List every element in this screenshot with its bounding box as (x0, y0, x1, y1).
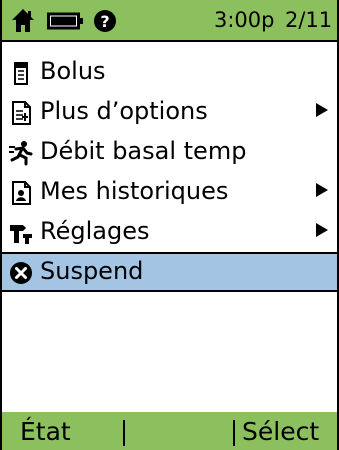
settings-tools-icon (10, 225, 32, 244)
menu-item-label: Débit basal temp (40, 137, 247, 165)
softkey-status-button[interactable]: État (20, 412, 71, 450)
temp-basal-activity-icon (9, 141, 33, 166)
bolus-icon (14, 62, 28, 85)
history-document-icon (12, 181, 31, 205)
submenu-arrow-icon (316, 103, 328, 117)
menu-item-label: Plus d’options (40, 97, 208, 125)
menu-item-label: Bolus (40, 57, 106, 85)
menu-item-suspend[interactable]: Suspend (2, 252, 337, 292)
menu-item-label: Suspend (40, 257, 144, 285)
status-bar: ? 3:00p 2/11 (2, 0, 337, 42)
status-time: 3:00p (214, 8, 275, 32)
battery-icon (47, 12, 83, 30)
menu-item-bolus[interactable]: Bolus (2, 52, 337, 92)
menu-item-settings[interactable]: Réglages (2, 212, 337, 252)
menu-item-label: Mes historiques (40, 177, 229, 205)
svg-text:?: ? (100, 12, 109, 31)
status-date: 2/11 (285, 8, 333, 32)
submenu-arrow-icon (316, 183, 328, 197)
softkey-divider-right (233, 420, 235, 446)
softkey-bar: État Sélect (2, 412, 337, 450)
menu-item-label: Réglages (40, 217, 150, 245)
menu-item-temp-basal[interactable]: Débit basal temp (2, 132, 337, 172)
options-document-icon (12, 101, 31, 125)
submenu-arrow-icon (316, 223, 328, 237)
device-screen: ? 3:00p 2/11 Bolus Plus d’options Débit … (0, 0, 339, 450)
menu-item-more-options[interactable]: Plus d’options (2, 92, 337, 132)
suspend-circle-x-icon (10, 262, 32, 284)
menu-item-history[interactable]: Mes historiques (2, 172, 337, 212)
main-menu: Bolus Plus d’options Débit basal temp Me… (2, 52, 337, 292)
softkey-select-button[interactable]: Sélect (242, 412, 319, 450)
home-icon (12, 9, 34, 32)
softkey-divider-left (123, 420, 125, 446)
help-icon[interactable]: ? (92, 7, 118, 35)
